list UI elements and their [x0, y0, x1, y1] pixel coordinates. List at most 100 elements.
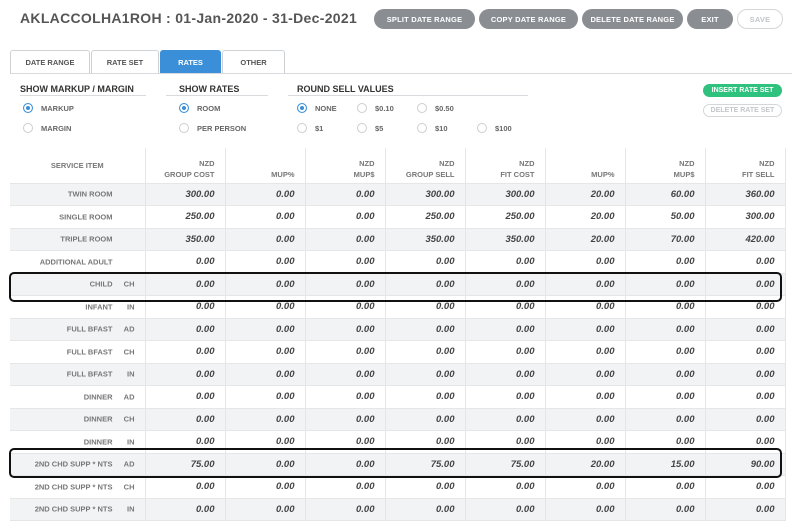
rate-value-cell[interactable]: 0.00 [225, 183, 306, 206]
rate-value-cell[interactable]: 0.00 [385, 385, 466, 409]
rate-value-cell[interactable]: 300.00 [385, 183, 466, 206]
radio-icon[interactable] [179, 103, 189, 113]
rate-value-cell[interactable]: 0.00 [225, 475, 306, 499]
rate-value-cell[interactable]: 0.00 [385, 318, 466, 341]
rate-value-cell[interactable]: 20.00 [545, 228, 626, 251]
rate-value-cell[interactable]: 420.00 [705, 228, 786, 251]
rate-value-cell[interactable]: 20.00 [545, 205, 626, 229]
rate-value-cell[interactable]: 0.00 [465, 385, 546, 409]
rate-value-cell[interactable]: 0.00 [305, 498, 386, 521]
margin-option[interactable]: MARGIN [23, 123, 71, 133]
delete-date-range-button[interactable]: DELETE DATE RANGE [582, 9, 683, 29]
rate-value-cell[interactable]: 0.00 [705, 340, 786, 364]
round-10-option[interactable]: $10 [417, 123, 448, 133]
rate-value-cell[interactable]: 0.00 [465, 363, 546, 386]
rate-value-cell[interactable]: 0.00 [225, 340, 306, 364]
rate-value-cell[interactable]: 0.00 [145, 475, 226, 499]
rate-value-cell[interactable]: 300.00 [145, 183, 226, 206]
round-none-option[interactable]: NONE [297, 103, 337, 113]
rate-value-cell[interactable]: 250.00 [145, 205, 226, 229]
rate-value-cell[interactable]: 300.00 [465, 183, 546, 206]
rate-value-cell[interactable]: 0.00 [145, 250, 226, 274]
radio-icon[interactable] [23, 123, 33, 133]
rate-value-cell[interactable]: 0.00 [145, 408, 226, 431]
rate-value-cell[interactable]: 0.00 [465, 250, 546, 274]
rate-value-cell[interactable]: 0.00 [625, 363, 706, 386]
rate-value-cell[interactable]: 0.00 [225, 205, 306, 229]
rate-value-cell[interactable]: 0.00 [465, 340, 546, 364]
rate-value-cell[interactable]: 0.00 [465, 408, 546, 431]
rate-value-cell[interactable]: 0.00 [305, 318, 386, 341]
rate-value-cell[interactable]: 0.00 [385, 475, 466, 499]
tab-rate-set[interactable]: RATE SET [91, 50, 159, 74]
rate-value-cell[interactable]: 0.00 [305, 408, 386, 431]
rate-value-cell[interactable]: 70.00 [625, 228, 706, 251]
rate-value-cell[interactable]: 360.00 [705, 183, 786, 206]
radio-icon[interactable] [297, 123, 307, 133]
rate-value-cell[interactable]: 0.00 [305, 205, 386, 229]
rate-value-cell[interactable]: 50.00 [625, 205, 706, 229]
rate-value-cell[interactable]: 0.00 [705, 475, 786, 499]
rate-value-cell[interactable]: 0.00 [545, 498, 626, 521]
rate-value-cell[interactable]: 0.00 [385, 340, 466, 364]
rate-value-cell[interactable]: 350.00 [465, 228, 546, 251]
rate-value-cell[interactable]: 0.00 [545, 318, 626, 341]
insert-rate-set-button[interactable]: INSERT RATE SET [703, 84, 782, 97]
rate-value-cell[interactable]: 0.00 [225, 250, 306, 274]
rate-value-cell[interactable]: 20.00 [545, 183, 626, 206]
rate-value-cell[interactable]: 0.00 [705, 385, 786, 409]
rate-value-cell[interactable]: 0.00 [545, 475, 626, 499]
rate-value-cell[interactable]: 0.00 [625, 408, 706, 431]
markup-option[interactable]: MARKUP [23, 103, 74, 113]
rate-value-cell[interactable]: 0.00 [625, 318, 706, 341]
rate-value-cell[interactable]: 0.00 [465, 498, 546, 521]
rate-value-cell[interactable]: 0.00 [145, 498, 226, 521]
rate-value-cell[interactable]: 0.00 [705, 408, 786, 431]
rate-value-cell[interactable]: 0.00 [705, 318, 786, 341]
rate-value-cell[interactable]: 0.00 [625, 385, 706, 409]
round-0-10-option[interactable]: $0.10 [357, 103, 394, 113]
rate-value-cell[interactable]: 0.00 [545, 385, 626, 409]
rate-value-cell[interactable]: 0.00 [705, 498, 786, 521]
rate-value-cell[interactable]: 350.00 [385, 228, 466, 251]
tab-date-range[interactable]: DATE RANGE [10, 50, 90, 74]
per-person-option[interactable]: PER PERSON [179, 123, 246, 133]
rate-value-cell[interactable]: 0.00 [625, 475, 706, 499]
delete-rate-set-button[interactable]: DELETE RATE SET [703, 104, 782, 117]
rate-value-cell[interactable]: 0.00 [705, 363, 786, 386]
radio-icon[interactable] [357, 123, 367, 133]
rate-value-cell[interactable]: 0.00 [705, 250, 786, 274]
round-100-option[interactable]: $100 [477, 123, 512, 133]
rate-value-cell[interactable]: 350.00 [145, 228, 226, 251]
rate-value-cell[interactable]: 0.00 [305, 228, 386, 251]
copy-date-range-button[interactable]: COPY DATE RANGE [479, 9, 578, 29]
radio-icon[interactable] [417, 103, 427, 113]
tab-other[interactable]: OTHER [222, 50, 285, 74]
rate-value-cell[interactable]: 0.00 [545, 363, 626, 386]
rate-value-cell[interactable]: 0.00 [385, 498, 466, 521]
save-button[interactable]: SAVE [737, 9, 783, 29]
rate-value-cell[interactable]: 300.00 [705, 205, 786, 229]
rate-value-cell[interactable]: 250.00 [385, 205, 466, 229]
room-option[interactable]: ROOM [179, 103, 220, 113]
round-5-option[interactable]: $5 [357, 123, 383, 133]
rate-value-cell[interactable]: 0.00 [145, 363, 226, 386]
rate-value-cell[interactable]: 250.00 [465, 205, 546, 229]
rate-value-cell[interactable]: 0.00 [305, 183, 386, 206]
round-0-50-option[interactable]: $0.50 [417, 103, 454, 113]
radio-icon[interactable] [297, 103, 307, 113]
rate-value-cell[interactable]: 0.00 [385, 408, 466, 431]
rate-value-cell[interactable]: 0.00 [145, 318, 226, 341]
rate-value-cell[interactable]: 0.00 [145, 340, 226, 364]
rate-value-cell[interactable]: 0.00 [545, 408, 626, 431]
rate-value-cell[interactable]: 0.00 [625, 498, 706, 521]
rate-value-cell[interactable]: 0.00 [305, 250, 386, 274]
rate-value-cell[interactable]: 0.00 [225, 385, 306, 409]
rate-value-cell[interactable]: 0.00 [385, 250, 466, 274]
rate-value-cell[interactable]: 0.00 [465, 475, 546, 499]
split-date-range-button[interactable]: SPLIT DATE RANGE [374, 9, 475, 29]
radio-icon[interactable] [179, 123, 189, 133]
tab-rates[interactable]: RATES [160, 50, 221, 74]
radio-icon[interactable] [477, 123, 487, 133]
rate-value-cell[interactable]: 0.00 [625, 340, 706, 364]
